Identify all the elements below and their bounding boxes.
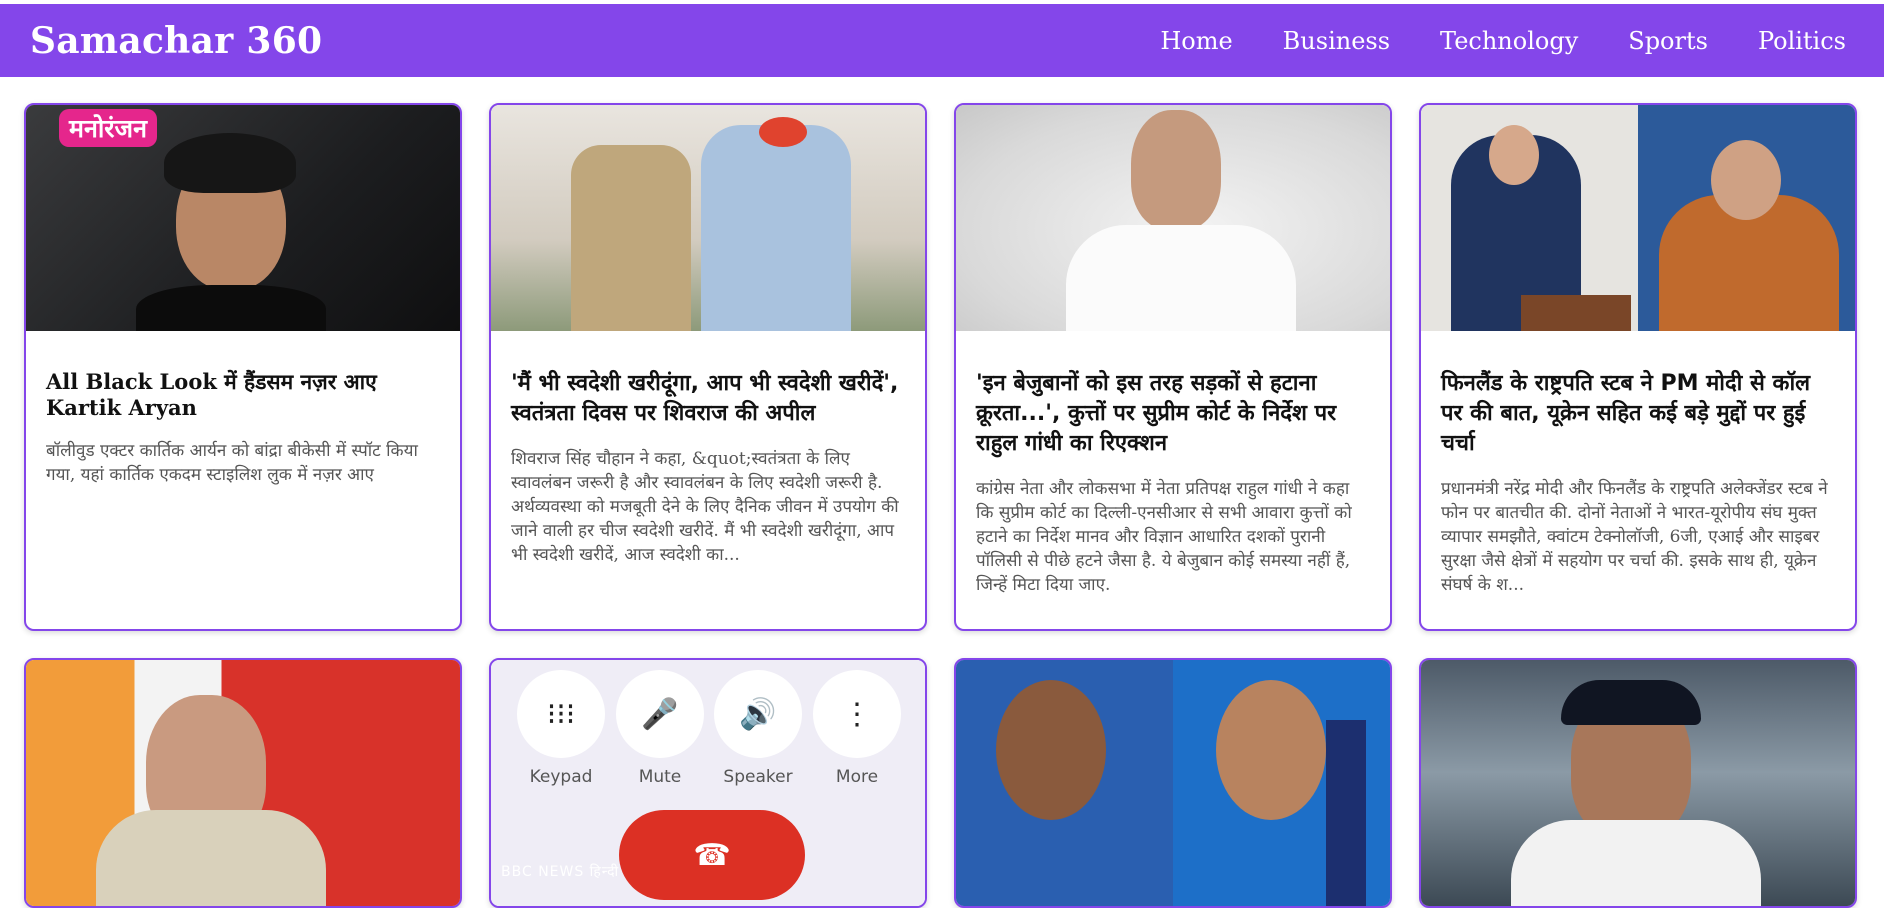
news-card[interactable]: 'मैं भी स्वदेशी खरीदूंगा, आप भी स्वदेशी … (489, 103, 927, 631)
news-card[interactable]: ⁝⁝⁝ 🎤 🔊 ⋮ Keypad Mute Speaker More ☎ BBC… (489, 658, 927, 908)
news-thumbnail[interactable] (491, 105, 925, 331)
podium (1521, 295, 1631, 331)
portrait-shirt (1066, 225, 1296, 331)
left-face (1489, 125, 1539, 185)
news-thumbnail[interactable] (1421, 660, 1855, 906)
hangup-icon: ☎ (619, 810, 805, 900)
turban-shape (759, 117, 807, 147)
news-thumbnail[interactable]: मनोरंजन (26, 105, 460, 331)
nav-business[interactable]: Business (1283, 27, 1390, 55)
news-card[interactable] (24, 658, 462, 908)
site-logo[interactable]: Samachar 360 (30, 20, 322, 62)
news-thumbnail[interactable] (26, 660, 460, 906)
bat-shape (1326, 720, 1366, 906)
nav-technology[interactable]: Technology (1440, 27, 1578, 55)
leader-figure (701, 125, 851, 331)
news-thumbnail[interactable] (1421, 105, 1855, 331)
news-description: प्रधानमंत्री नरेंद्र मोदी और फिनलैंड के … (1441, 479, 1828, 595)
news-card[interactable]: 'इन बेजुबानों को इस तरह सड़कों से हटाना … (954, 103, 1392, 631)
player-face (1216, 680, 1326, 820)
top-navbar: Samachar 360 Home Business Technology Sp… (0, 4, 1884, 77)
portrait-shawl (96, 810, 326, 906)
nav-home[interactable]: Home (1160, 27, 1232, 55)
nav-menu: Home Business Technology Sports Politics (1160, 27, 1854, 55)
portrait-face (1131, 110, 1221, 230)
more-icon: ⋮ (813, 670, 901, 758)
news-description: कांग्रेस नेता और लोकसभा में नेता प्रतिपक… (976, 479, 1352, 595)
keypad-icon: ⁝⁝⁝ (517, 670, 605, 758)
news-card[interactable]: फिनलैंड के राष्ट्रपति स्टब ने PM मोदी से… (1419, 103, 1857, 631)
news-grid: मनोरंजन All Black Look में हैंडसम नज़र आ… (24, 103, 1857, 908)
portrait-shoulders (136, 285, 326, 331)
whites-shape (1511, 820, 1761, 906)
nav-sports[interactable]: Sports (1628, 27, 1708, 55)
news-card[interactable]: मनोरंजन All Black Look में हैंडसम नज़र आ… (24, 103, 462, 631)
news-title[interactable]: 'मैं भी स्वदेशी खरीदूंगा, आप भी स्वदेशी … (511, 369, 905, 429)
news-title[interactable]: All Black Look में हैंडसम नज़र आए Kartik… (46, 369, 440, 421)
news-card[interactable] (954, 658, 1392, 908)
cap-shape (1561, 680, 1701, 725)
speaker-label: Speaker (723, 767, 793, 787)
news-thumbnail[interactable] (956, 660, 1390, 906)
speaker-icon: 🔊 (714, 670, 802, 758)
news-thumbnail[interactable]: ⁝⁝⁝ 🎤 🔊 ⋮ Keypad Mute Speaker More ☎ BBC… (491, 660, 925, 906)
category-badge[interactable]: मनोरंजन (59, 109, 157, 147)
portrait-hair (164, 133, 296, 193)
mute-label: Mute (638, 767, 682, 787)
news-title[interactable]: फिनलैंड के राष्ट्रपति स्टब ने PM मोदी से… (1441, 369, 1835, 459)
mute-icon: 🎤 (616, 670, 704, 758)
nav-politics[interactable]: Politics (1758, 27, 1846, 55)
keypad-label: Keypad (529, 767, 593, 787)
player-face (996, 680, 1106, 820)
news-description: बॉलीवुड एक्टर कार्तिक आर्यन को बांद्रा ब… (46, 441, 418, 485)
right-face (1711, 140, 1781, 220)
news-thumbnail[interactable] (956, 105, 1390, 331)
news-card[interactable] (1419, 658, 1857, 908)
officer-figure (571, 145, 691, 331)
more-label: More (835, 767, 879, 787)
news-description: शिवराज सिंह चौहान ने कहा, &quot;स्वतंत्र… (511, 449, 899, 565)
news-title[interactable]: 'इन बेजुबानों को इस तरह सड़कों से हटाना … (976, 369, 1370, 459)
bbc-watermark: BBC NEWS हिन्दी (501, 864, 620, 880)
